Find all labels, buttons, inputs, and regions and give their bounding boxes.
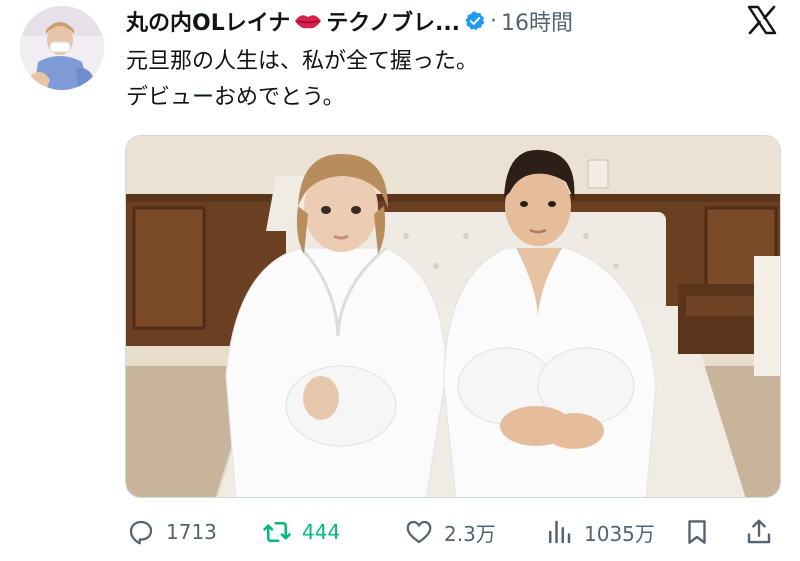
author-display-name[interactable]: 丸の内OLレイナ xyxy=(126,5,290,37)
reply-count: 1713 xyxy=(166,520,217,544)
avatar[interactable] xyxy=(20,6,104,90)
bookmark-button[interactable] xyxy=(682,510,722,554)
reply-icon xyxy=(129,520,153,545)
retweet-count: 444 xyxy=(302,520,341,544)
retweet-icon xyxy=(263,522,291,542)
timestamp[interactable]: 16時間 xyxy=(501,5,573,37)
tweet-action-bar: 1713 444 2.3万 1035万 xyxy=(126,510,776,554)
lips-icon xyxy=(293,11,323,31)
like-button[interactable]: 2.3万 xyxy=(404,510,496,554)
heart-icon xyxy=(406,520,432,544)
separator-dot: · xyxy=(490,8,498,34)
author-display-name-tail[interactable]: テクノブレ... xyxy=(326,5,460,37)
reply-button[interactable]: 1713 xyxy=(126,510,217,554)
like-count: 2.3万 xyxy=(444,521,496,546)
x-logo-icon[interactable] xyxy=(746,4,778,36)
views-button[interactable]: 1035万 xyxy=(544,510,655,554)
share-button[interactable] xyxy=(744,510,784,554)
retweet-button[interactable]: 444 xyxy=(262,510,340,554)
tweet-text-line: 元旦那の人生は、私が全て握った。 xyxy=(126,49,479,74)
tweet-media-image[interactable] xyxy=(125,135,781,498)
bookmark-icon xyxy=(688,520,706,544)
verified-icon[interactable] xyxy=(464,10,486,32)
tweet-text: 元旦那の人生は、私が全て握った。 デビューおめでとう。 xyxy=(126,44,478,116)
share-icon xyxy=(747,519,771,544)
tweet-header: 丸の内OLレイナ テクノブレ... · 16時間 xyxy=(126,5,726,37)
view-count: 1035万 xyxy=(584,521,655,546)
bar-chart-icon xyxy=(549,520,571,544)
tweet-text-line: デビューおめでとう。 xyxy=(126,85,345,110)
